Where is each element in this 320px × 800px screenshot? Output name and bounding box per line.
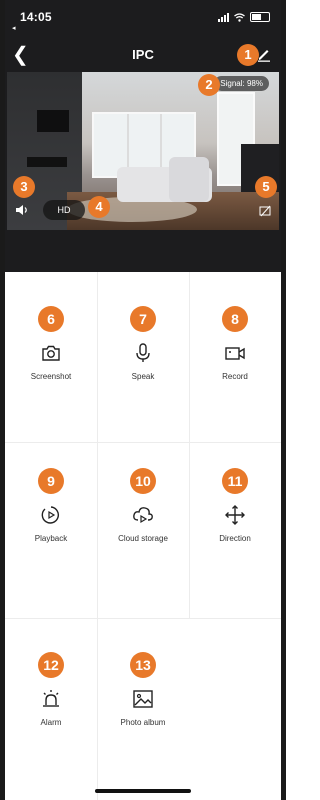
home-indicator[interactable] [95,789,191,793]
status-time: 14:05 [20,10,52,24]
cellular-signal-icon [218,12,229,22]
video-record-icon [225,347,245,360]
annotation-marker-4: 4 [88,196,110,218]
annotation-marker-11: 11 [222,468,248,494]
tile-label: Screenshot [30,372,72,381]
wifi-icon [234,12,245,22]
annotation-marker-12: 12 [38,652,64,678]
grid-divider [5,442,281,443]
status-bar: 14:05 ◂ [12,8,274,32]
annotation-marker-7: 7 [130,306,156,332]
camera-icon [42,345,60,361]
move-arrows-icon [225,505,245,525]
photo-album-button[interactable]: 13 Photo album [97,652,189,727]
annotation-marker-3: 3 [13,176,35,198]
alarm-light-icon [43,690,59,707]
playback-button[interactable]: 9 Playback [5,468,97,543]
screenshot-button[interactable]: 6 Screenshot [5,306,97,381]
fullscreen-icon[interactable] [259,205,271,217]
speaker-icon[interactable] [15,204,29,216]
cloud-play-icon [133,507,153,524]
annotation-marker-5: 5 [255,176,277,198]
playback-icon [41,506,60,524]
grid-divider [5,618,281,619]
control-grid: 6 Screenshot 7 Speak 8 Record 9 Playback [5,272,281,800]
annotation-marker-10: 10 [130,468,156,494]
tile-label: Photo album [120,718,166,727]
status-icons [218,12,270,22]
return-to-app-hint[interactable]: ◂ [12,24,16,32]
annotation-marker-6: 6 [38,306,64,332]
quality-hd-button[interactable]: HD [43,200,85,220]
tile-label: Direction [219,534,251,543]
signal-badge: Signal: 98% [214,76,269,91]
tile-label: Alarm [40,718,62,727]
record-button[interactable]: 8 Record [189,306,281,381]
microphone-icon [136,343,150,362]
tile-label: Speak [131,372,155,381]
tile-label: Record [222,372,248,381]
header-area: 14:05 ◂ ❮ IPC 1 Signal: 98% HD 2 3 4 5 [0,0,286,272]
tile-label: Playback [34,534,68,543]
annotation-marker-8: 8 [222,306,248,332]
annotation-marker-1: 1 [237,44,259,66]
alarm-button[interactable]: 12 Alarm [5,652,97,727]
tile-label: Cloud storage [118,534,168,543]
direction-button[interactable]: 11 Direction [189,468,281,543]
annotation-marker-9: 9 [38,468,64,494]
annotation-marker-13: 13 [130,652,156,678]
image-icon [133,690,153,708]
speak-button[interactable]: 7 Speak [97,306,189,381]
battery-icon [250,12,270,22]
annotation-marker-2: 2 [198,74,220,96]
cloud-storage-button[interactable]: 10 Cloud storage [97,468,189,543]
camera-live-view[interactable]: Signal: 98% HD [7,72,279,230]
